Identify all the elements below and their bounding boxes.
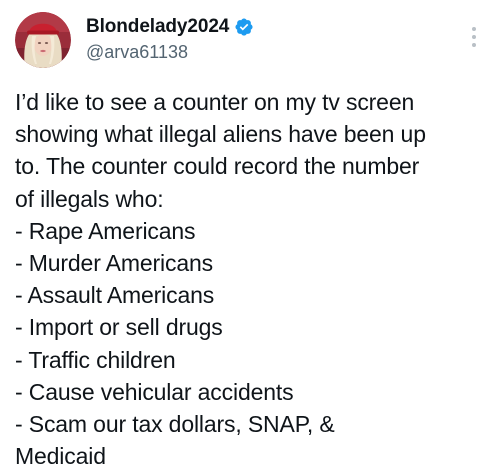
tweet-line: - Traffic children (15, 346, 176, 373)
more-dot (472, 27, 476, 31)
tweet-line: showing what illegal aliens have been up (15, 121, 426, 148)
name-row: Blondelady2024 (86, 14, 254, 40)
tweet-header: Blondelady2024 @arva61138 (0, 0, 500, 80)
tweet-line: - Rape Americans (15, 217, 196, 244)
tweet-card: Blondelady2024 @arva61138 I’d like to se… (0, 0, 500, 474)
tweet-line: I’d like to see a counter on my tv scree… (15, 89, 415, 115)
tweet-line: - Murder Americans (15, 250, 213, 277)
avatar[interactable] (15, 12, 71, 68)
tweet-line: - Scam our tax dollars, SNAP, & (15, 411, 335, 438)
tweet-line: to. The counter could record the number (15, 153, 420, 180)
avatar-image (15, 12, 71, 68)
tweet-line: - Import or sell drugs (15, 314, 223, 341)
tweet-line: Medicaid (15, 443, 106, 470)
tweet-line: of illegals who: (15, 185, 164, 212)
more-options-icon[interactable] (466, 24, 482, 50)
author-info: Blondelady2024 @arva61138 (86, 14, 254, 63)
author-display-name[interactable]: Blondelady2024 (86, 16, 229, 38)
more-dot (472, 43, 476, 47)
more-dot (472, 35, 476, 39)
verified-badge-icon[interactable] (234, 17, 254, 37)
tweet-line: - Assault Americans (15, 282, 215, 309)
author-handle[interactable]: @arva61138 (86, 42, 254, 63)
tweet-line: - Cause vehicular accidents (15, 378, 294, 405)
tweet-text: I’d like to see a counter on my tv scree… (15, 86, 495, 472)
